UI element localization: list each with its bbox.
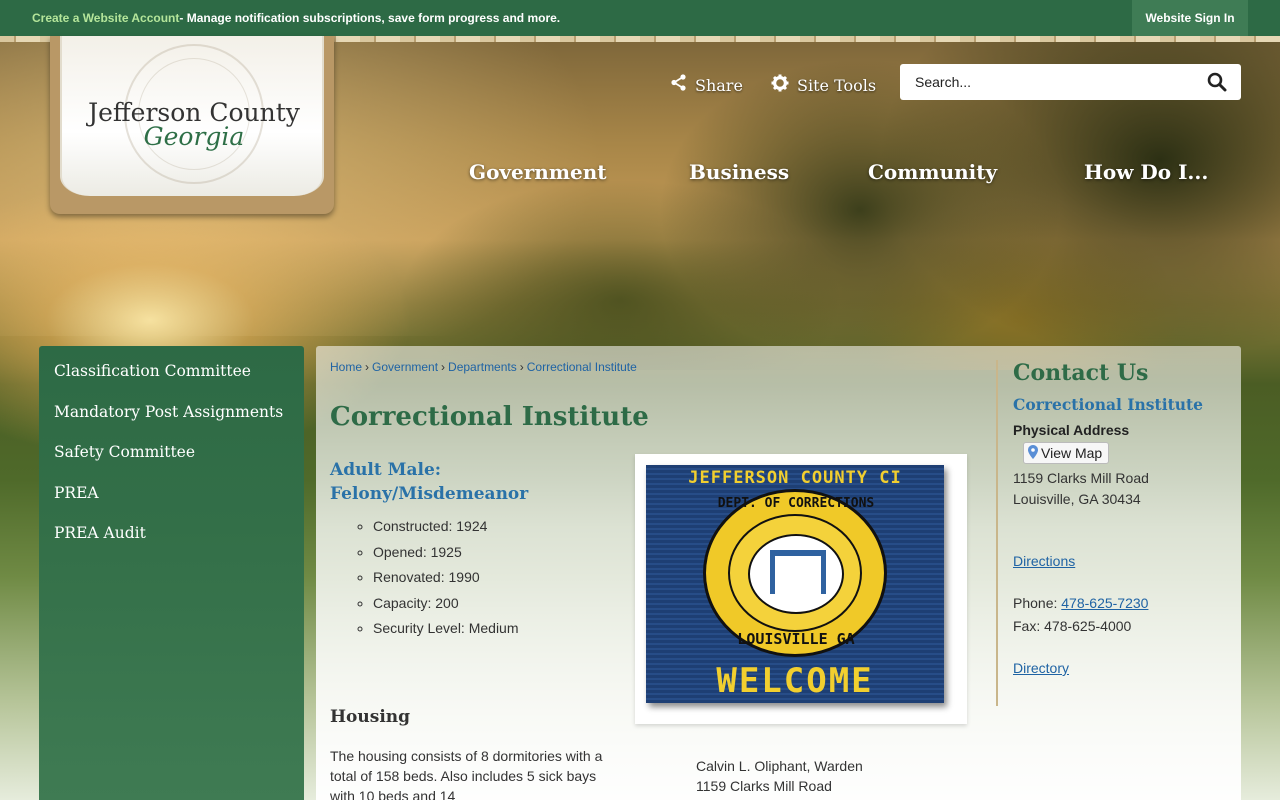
logo-banner: Jefferson County Georgia — [60, 36, 324, 196]
nav-government[interactable]: Government — [469, 160, 607, 184]
breadcrumb-separator: › — [519, 360, 524, 374]
facility-facts-list: Constructed: 1924 Opened: 1925 Renovated… — [373, 518, 519, 646]
mat-ring-bottom-text: LOUISVILLE GA — [737, 630, 855, 648]
search-box — [900, 64, 1241, 100]
share-label: Share — [695, 75, 743, 95]
search-input[interactable] — [915, 65, 1205, 99]
physical-address-label: Physical Address — [1013, 422, 1130, 438]
warden-info: Calvin L. Oliphant, Warden 1159 Clarks M… — [696, 756, 863, 796]
mat-emblem-inner — [728, 514, 862, 632]
arch-icon — [770, 550, 826, 594]
breadcrumb-separator: › — [365, 360, 370, 374]
facility-type-heading: Adult Male: Felony/Misdemeanor — [330, 460, 529, 504]
list-item: Capacity: 200 — [373, 595, 519, 621]
sidebar-item-prea-audit[interactable]: PREA Audit — [39, 508, 304, 549]
warden-address: 1159 Clarks Mill Road — [696, 778, 832, 794]
map-pin-icon — [1028, 444, 1038, 462]
list-item: Renovated: 1990 — [373, 569, 519, 595]
housing-heading: Housing — [330, 707, 411, 727]
mat-emblem-center — [748, 534, 844, 614]
breadcrumb-home[interactable]: Home — [330, 360, 362, 374]
main-content: Home › Government › Departments › Correctional… — [316, 346, 1241, 800]
breadcrumb-separator: › — [441, 360, 446, 374]
sidebar-item-prea[interactable]: PREA — [39, 468, 304, 509]
list-item: Constructed: 1924 — [373, 518, 519, 544]
directory-link[interactable]: Directory — [1013, 660, 1069, 676]
site-tools-button[interactable]: Site Tools — [771, 72, 876, 98]
mat-ring-top-text: DEPT. OF CORRECTIONS — [717, 496, 875, 511]
sidebar-nav: Classification Committee Mandatory Post … — [39, 346, 304, 800]
view-map-label: View Map — [1041, 445, 1103, 461]
contact-street: 1159 Clarks Mill Road — [1013, 470, 1149, 486]
website-sign-in-button[interactable]: Website Sign In — [1132, 0, 1248, 36]
sidebar-item-classification-committee[interactable]: Classification Committee — [39, 346, 304, 387]
nav-how-do-i[interactable]: How Do I... — [1084, 160, 1208, 184]
page-title: Correctional Institute — [330, 402, 649, 432]
list-item: Opened: 1925 — [373, 544, 519, 570]
account-bar: Create a Website Account - Manage notifi… — [0, 0, 1280, 36]
mat-top-text: JEFFERSON COUNTY CI — [688, 468, 902, 488]
housing-paragraph: The housing consists of 8 dormitories wi… — [330, 748, 603, 800]
contact-city: Louisville, GA 30434 — [1013, 491, 1141, 507]
view-map-button[interactable]: View Map — [1023, 442, 1110, 464]
logo-state-name: Georgia — [143, 122, 245, 151]
contact-org-name: Correctional Institute — [1013, 395, 1204, 414]
search-icon[interactable] — [1207, 72, 1227, 92]
mat-welcome-text: WELCOME — [716, 661, 874, 701]
list-item: Security Level: Medium — [373, 620, 519, 646]
gear-icon — [771, 74, 789, 97]
site-tools-label: Site Tools — [797, 75, 877, 95]
breadcrumb-government[interactable]: Government — [372, 360, 438, 374]
nav-community[interactable]: Community — [868, 160, 997, 184]
breadcrumb-current[interactable]: Correctional Institute — [527, 360, 637, 374]
sidebar-item-safety-committee[interactable]: Safety Committee — [39, 427, 304, 468]
account-bar-text: - Manage notification subscriptions, sav… — [179, 11, 561, 25]
warden-name: Calvin L. Oliphant, Warden — [696, 758, 863, 774]
contact-phone-row: Phone: 478-625-7230 — [1013, 593, 1226, 614]
site-logo[interactable]: Jefferson County Georgia — [50, 36, 334, 214]
phone-link[interactable]: 478-625-7230 — [1061, 595, 1148, 611]
welcome-mat-photo: JEFFERSON COUNTY CI DEPT. OF CORRECTIONS… — [635, 454, 967, 724]
phone-label: Phone: — [1013, 595, 1062, 611]
breadcrumb-departments[interactable]: Departments — [448, 360, 517, 374]
welcome-mat: JEFFERSON COUNTY CI DEPT. OF CORRECTIONS… — [646, 465, 944, 703]
contact-fax: Fax: 478-625-4000 — [1013, 618, 1132, 634]
breadcrumb: Home › Government › Departments › Correctional… — [330, 360, 637, 374]
nav-business[interactable]: Business — [689, 160, 789, 184]
contact-us-panel: Contact Us Correctional Institute Physic… — [996, 360, 1226, 706]
create-account-link[interactable]: Create a Website Account — [32, 11, 179, 25]
directions-link[interactable]: Directions — [1013, 553, 1075, 569]
mat-emblem: DEPT. OF CORRECTIONS LOUISVILLE GA — [703, 489, 887, 657]
share-icon — [670, 74, 687, 96]
sidebar-item-mandatory-post-assignments[interactable]: Mandatory Post Assignments — [39, 387, 304, 428]
contact-title: Contact Us — [1013, 360, 1149, 386]
share-button[interactable]: Share — [670, 72, 743, 98]
